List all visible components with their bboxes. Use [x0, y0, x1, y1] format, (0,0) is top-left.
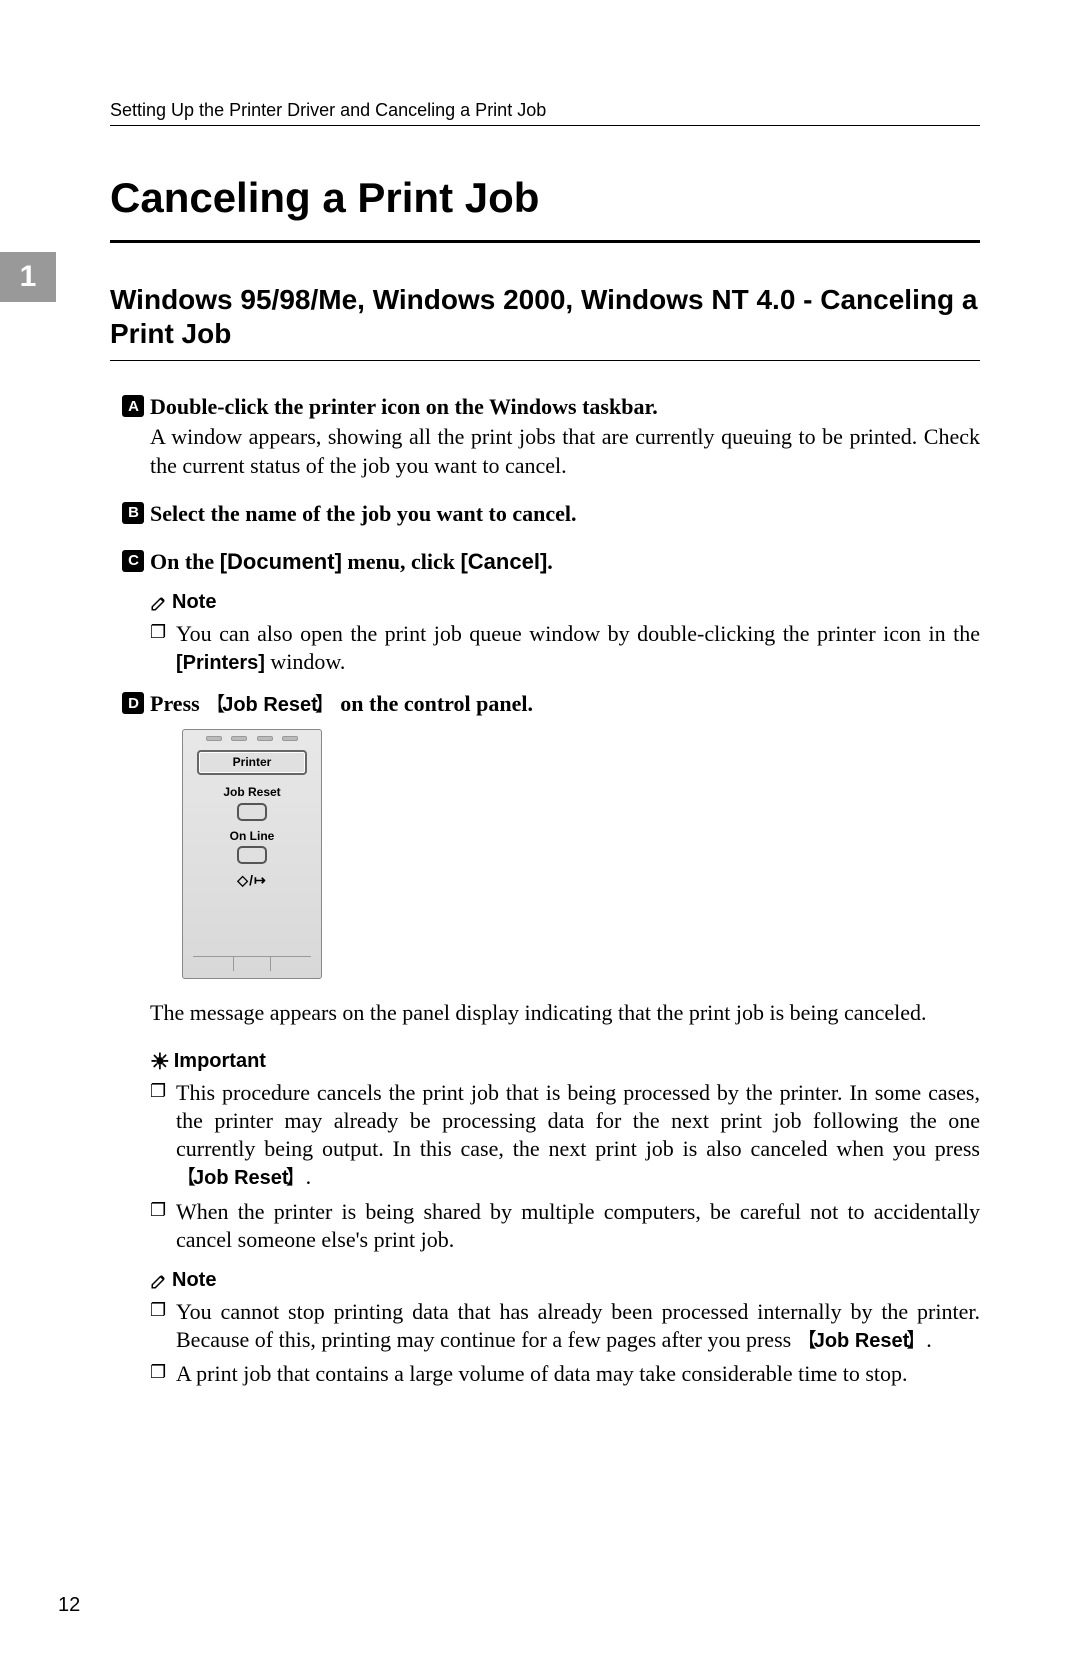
note-label: Note	[172, 1268, 216, 1294]
job-reset-key: Job Reset	[797, 1330, 927, 1352]
step-2: B Select the name of the job you want to…	[122, 500, 980, 528]
page-number: 12	[58, 1594, 80, 1617]
text: When the printer is being shared by mult…	[176, 1199, 980, 1252]
important-icon: ☀	[150, 1051, 170, 1073]
step-1-body: A window appears, showing all the print …	[150, 423, 980, 479]
pencil-icon	[150, 1272, 168, 1290]
on-line-button	[237, 846, 267, 864]
important-label: Important	[174, 1049, 266, 1075]
step-1: A Double-click the printer icon on the W…	[122, 393, 980, 479]
note-heading: Note	[150, 590, 980, 616]
text: .	[547, 549, 553, 574]
step-2-head: Select the name of the job you want to c…	[150, 500, 980, 528]
title-rule	[110, 240, 980, 243]
menu-cancel: [Cancel]	[460, 549, 547, 574]
on-line-label: On Line	[197, 829, 307, 844]
step-4-head: Press Job Reset on the control panel.	[150, 690, 980, 719]
important-item: This procedure cancels the print job tha…	[150, 1079, 980, 1192]
panel-ridges	[183, 736, 321, 744]
panel-base	[193, 956, 311, 970]
printers-window: [Printers]	[176, 652, 265, 674]
note-label: Note	[172, 590, 216, 616]
note-item: You cannot stop printing data that has a…	[150, 1298, 980, 1355]
step-number-icon: A	[122, 395, 144, 417]
chapter-tab: 1	[0, 252, 56, 302]
control-panel-figure: Printer Job Reset On Line ◇/↦	[182, 729, 322, 979]
job-reset-key: Job Reset	[176, 1167, 306, 1189]
note-item: A print job that contains a large volume…	[150, 1360, 980, 1388]
panel-caption: The message appears on the panel display…	[150, 999, 980, 1027]
step-1-head: Double-click the printer icon on the Win…	[150, 393, 980, 421]
text: menu, click	[342, 549, 461, 574]
job-reset-label: Job Reset	[197, 785, 307, 800]
job-reset-key: Job Reset	[205, 694, 335, 716]
text: This procedure cancels the print job tha…	[176, 1080, 980, 1161]
step-number-icon: C	[122, 550, 144, 572]
note-item: You can also open the print job queue wi…	[150, 620, 980, 677]
step-number-icon: D	[122, 692, 144, 714]
data-in-icon: ◇/↦	[197, 872, 307, 890]
step-number-icon: B	[122, 502, 144, 524]
important-block: ☀ Important This procedure cancels the p…	[150, 1049, 980, 1254]
important-heading: ☀ Important	[150, 1049, 980, 1075]
page-title: Canceling a Print Job	[110, 174, 980, 222]
job-reset-button	[237, 803, 267, 821]
text: Press	[150, 691, 205, 716]
section-heading: Windows 95/98/Me, Windows 2000, Windows …	[110, 283, 980, 361]
printer-button: Printer	[197, 750, 307, 775]
note-block-1: Note You can also open the print job que…	[150, 590, 980, 676]
text: On the	[150, 549, 220, 574]
text: window.	[265, 649, 345, 674]
step-3: C On the [Document] menu, click [Cancel]…	[122, 548, 980, 576]
note-heading: Note	[150, 1268, 980, 1294]
step-3-head: On the [Document] menu, click [Cancel].	[150, 548, 980, 576]
text: A print job that contains a large volume…	[176, 1361, 908, 1386]
step-4: D Press Job Reset on the control panel.	[122, 690, 980, 719]
text: .	[306, 1164, 312, 1189]
important-item: When the printer is being shared by mult…	[150, 1198, 980, 1254]
text: .	[926, 1327, 932, 1352]
text: You can also open the print job queue wi…	[176, 621, 980, 646]
text: on the control panel.	[335, 691, 533, 716]
menu-document: [Document]	[220, 549, 342, 574]
note-block-2: Note You cannot stop printing data that …	[150, 1268, 980, 1389]
running-header: Setting Up the Printer Driver and Cancel…	[110, 100, 980, 126]
pencil-icon	[150, 594, 168, 612]
